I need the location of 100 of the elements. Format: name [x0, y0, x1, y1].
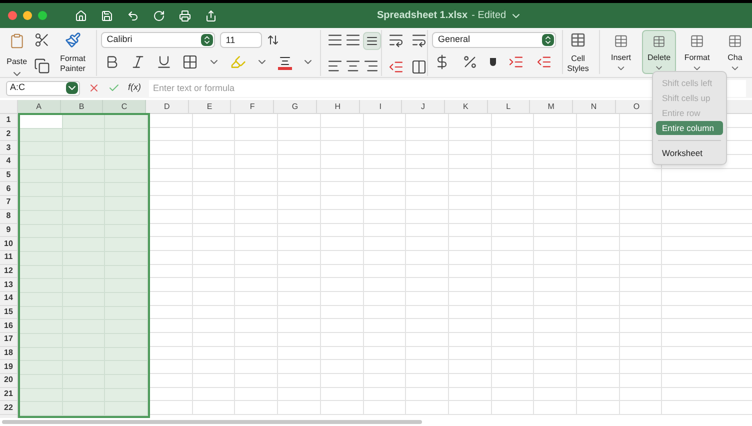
grid-cell[interactable]: [320, 168, 364, 182]
grid-cell[interactable]: [364, 168, 406, 182]
grid-cell[interactable]: [192, 182, 236, 196]
grid-cell[interactable]: [576, 360, 620, 374]
grid-cell[interactable]: [620, 278, 662, 292]
align-middle-icon[interactable]: [344, 32, 361, 48]
grid-cell[interactable]: [235, 264, 278, 278]
grid-cell[interactable]: [576, 182, 620, 196]
grid-cell[interactable]: [364, 401, 406, 416]
grid-cell[interactable]: [278, 141, 321, 156]
grid-cell[interactable]: [364, 182, 406, 196]
grid-cell[interactable]: [278, 360, 321, 374]
grid-cell[interactable]: [320, 319, 364, 333]
merge-cells-icon[interactable]: [411, 59, 428, 75]
name-box[interactable]: A:C: [6, 80, 80, 96]
font-color-icon[interactable]: [278, 54, 292, 70]
grid-cell[interactable]: [534, 196, 577, 210]
grid-cell[interactable]: [492, 155, 534, 169]
grid-cell[interactable]: [150, 182, 193, 196]
grid-cell[interactable]: [320, 374, 364, 388]
grid-cell[interactable]: [320, 114, 364, 128]
grid-cell[interactable]: [105, 320, 148, 334]
grid-cell[interactable]: [150, 319, 193, 333]
grid-cell[interactable]: [320, 224, 364, 238]
grid-cell[interactable]: [150, 264, 193, 278]
column-header[interactable]: A: [18, 100, 61, 113]
grid-cell[interactable]: [105, 292, 148, 307]
decrease-indent-icon[interactable]: [388, 59, 404, 75]
row-header[interactable]: 13: [0, 278, 17, 292]
grid-cell[interactable]: [105, 252, 148, 266]
grid-cell[interactable]: [150, 278, 193, 292]
row-header[interactable]: 16: [0, 319, 17, 333]
grid-cell[interactable]: [448, 264, 492, 278]
grid-cell[interactable]: [576, 306, 620, 320]
menu-item[interactable]: Worksheet: [656, 146, 723, 160]
grid-cell[interactable]: [278, 210, 321, 224]
grid-cell[interactable]: [576, 237, 620, 251]
grid-cell[interactable]: [20, 115, 63, 129]
grid-cell[interactable]: [105, 306, 148, 320]
grid-cell[interactable]: [105, 128, 148, 142]
grid-cell[interactable]: [576, 374, 620, 388]
grid-cell[interactable]: [534, 278, 577, 292]
grid-cell[interactable]: [406, 168, 449, 182]
row-header[interactable]: 3: [0, 141, 17, 156]
grid-cell[interactable]: [448, 306, 492, 320]
grid-cell[interactable]: [492, 141, 534, 156]
grid-cell[interactable]: [620, 292, 662, 306]
grid-cell[interactable]: [192, 155, 236, 169]
grid-cell[interactable]: [534, 237, 577, 251]
cancel-icon[interactable]: [88, 82, 100, 94]
undo-icon[interactable]: [127, 10, 139, 22]
grid-cell[interactable]: [20, 402, 63, 416]
grid-cell[interactable]: [192, 306, 236, 320]
share-icon[interactable]: [205, 10, 217, 22]
grid-cell[interactable]: [448, 401, 492, 416]
grid-cell[interactable]: [448, 319, 492, 333]
row-header[interactable]: 19: [0, 360, 17, 374]
grid-cell[interactable]: [448, 224, 492, 238]
grid-cell[interactable]: [406, 278, 449, 292]
grid-cell[interactable]: [576, 333, 620, 347]
edited-status[interactable]: - Edited: [472, 8, 506, 23]
grid-cell[interactable]: [534, 141, 577, 156]
grid-cell[interactable]: [534, 388, 577, 402]
grid-cell[interactable]: [406, 333, 449, 347]
grid-cell[interactable]: [406, 224, 449, 238]
grid-cell[interactable]: [620, 196, 662, 210]
grid-cell[interactable]: [105, 183, 148, 198]
column-header[interactable]: I: [360, 100, 402, 113]
row-header[interactable]: 21: [0, 388, 17, 402]
grid-cell[interactable]: [235, 196, 278, 210]
row-header[interactable]: 9: [0, 224, 17, 238]
grid-cell[interactable]: [448, 114, 492, 128]
grid-cell[interactable]: [150, 360, 193, 374]
grid-cell[interactable]: [192, 278, 236, 292]
grid-cell[interactable]: [534, 155, 577, 169]
grid-cell[interactable]: [105, 266, 148, 280]
grid-cell[interactable]: [576, 224, 620, 238]
row-header[interactable]: 8: [0, 210, 17, 224]
grid-cell[interactable]: [235, 155, 278, 169]
grid-cell[interactable]: [192, 128, 236, 142]
save-icon[interactable]: [101, 10, 113, 22]
column-header[interactable]: B: [60, 100, 104, 113]
grid-cell[interactable]: [278, 278, 321, 292]
grid-cell[interactable]: [320, 182, 364, 196]
row-header[interactable]: 20: [0, 374, 17, 388]
wrap-text-icon[interactable]: [411, 32, 428, 48]
grid-cell[interactable]: [235, 237, 278, 251]
grid-cell[interactable]: [406, 306, 449, 320]
scissors-icon[interactable]: [34, 32, 50, 48]
grid-cell[interactable]: [406, 155, 449, 169]
grid-cell[interactable]: [278, 306, 321, 320]
grid-cell[interactable]: [576, 141, 620, 156]
grid-cell[interactable]: [278, 155, 321, 169]
grid-cell[interactable]: [192, 264, 236, 278]
grid-cell[interactable]: [448, 237, 492, 251]
row-header[interactable]: 18: [0, 346, 17, 360]
row-header[interactable]: 10: [0, 237, 17, 251]
grid-cell[interactable]: [620, 250, 662, 265]
grid-cell[interactable]: [320, 250, 364, 265]
grid-cell[interactable]: [406, 250, 449, 265]
